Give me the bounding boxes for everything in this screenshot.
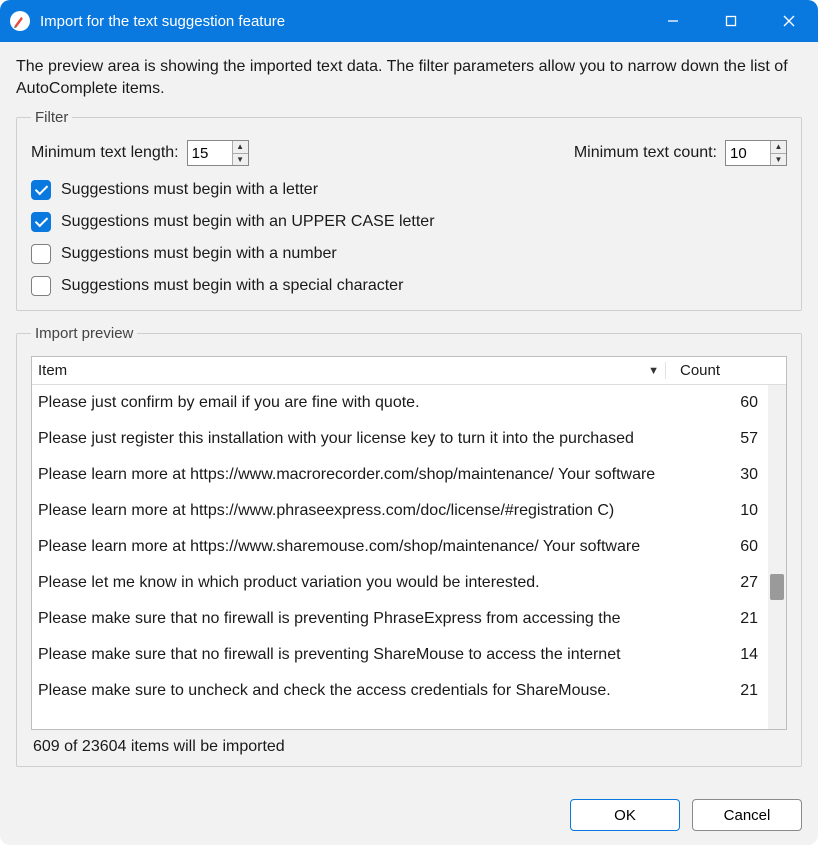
row-count: 10 [674,502,762,520]
row-item: Please learn more at https://www.macrore… [38,466,674,484]
table-row[interactable]: Please make sure that no firewall is pre… [32,601,768,637]
vertical-scrollbar[interactable] [768,385,786,729]
checkbox-label: Suggestions must begin with an UPPER CAS… [61,213,435,231]
filter-check-row[interactable]: Suggestions must begin with a number [31,244,787,264]
table-row[interactable]: Please just confirm by email if you are … [32,385,768,421]
checkbox-label: Suggestions must begin with a letter [61,181,318,199]
column-item-label: Item [38,362,67,379]
row-item: Please learn more at https://www.sharemo… [38,538,674,556]
row-count: 21 [674,610,762,628]
table-row[interactable]: Please learn more at https://www.phrasee… [32,493,768,529]
table-row[interactable]: Please make sure to uncheck and check th… [32,673,768,709]
row-count: 27 [674,574,762,592]
window-title: Import for the text suggestion feature [40,13,285,30]
table-row[interactable]: Please make sure that no firewall is pre… [32,637,768,673]
dialog-body: The preview area is showing the imported… [0,42,818,845]
sort-indicator-icon: ▼ [648,365,659,377]
row-item: Please make sure that no firewall is pre… [38,610,674,628]
checkbox[interactable] [31,180,51,200]
ok-button[interactable]: OK [570,799,680,831]
spin-up-icon[interactable]: ▲ [771,141,786,153]
spin-down-icon[interactable]: ▼ [233,153,248,166]
row-count: 14 [674,646,762,664]
checkbox-label: Suggestions must begin with a special ch… [61,277,403,295]
row-count: 30 [674,466,762,484]
filter-legend: Filter [31,109,72,126]
column-count[interactable]: Count [666,362,768,379]
filter-check-row[interactable]: Suggestions must begin with a letter [31,180,787,200]
filter-check-row[interactable]: Suggestions must begin with a special ch… [31,276,787,296]
cancel-button[interactable]: Cancel [692,799,802,831]
row-count: 57 [674,430,762,448]
app-icon [10,11,30,31]
row-item: Please learn more at https://www.phrasee… [38,502,674,520]
import-status: 609 of 23604 items will be imported [31,736,787,756]
row-item: Please just confirm by email if you are … [38,394,674,412]
min-count-label: Minimum text count: [574,144,717,162]
spin-up-icon[interactable]: ▲ [233,141,248,153]
checkbox-label: Suggestions must begin with a number [61,245,337,263]
table-row[interactable]: Please just register this installation w… [32,421,768,457]
dialog-buttons: OK Cancel [16,799,802,831]
maximize-button[interactable] [702,0,760,42]
titlebar: Import for the text suggestion feature [0,0,818,42]
row-item: Please just register this installation w… [38,430,674,448]
table-header: Item ▼ Count [32,357,786,385]
min-length-label: Minimum text length: [31,144,179,162]
row-count: 21 [674,682,762,700]
row-count: 60 [674,538,762,556]
intro-text: The preview area is showing the imported… [16,56,802,99]
table-row[interactable]: Please let me know in which product vari… [32,565,768,601]
checkbox[interactable] [31,212,51,232]
preview-group: Import preview Item ▼ Count Please just … [16,325,802,767]
min-count-input[interactable] [726,141,770,165]
filter-check-row[interactable]: Suggestions must begin with an UPPER CAS… [31,212,787,232]
row-item: Please make sure that no firewall is pre… [38,646,674,664]
table-row[interactable]: Please learn more at https://www.sharemo… [32,529,768,565]
column-count-label: Count [680,362,720,379]
min-length-input[interactable] [188,141,232,165]
table-row[interactable]: Please learn more at https://www.macrore… [32,457,768,493]
close-button[interactable] [760,0,818,42]
scrollbar-thumb[interactable] [770,574,784,600]
row-count: 60 [674,394,762,412]
preview-table: Item ▼ Count Please just confirm by emai… [31,356,787,730]
checkbox[interactable] [31,276,51,296]
row-item: Please let me know in which product vari… [38,574,674,592]
min-length-spinner[interactable]: ▲ ▼ [187,140,249,166]
preview-legend: Import preview [31,325,137,342]
spin-down-icon[interactable]: ▼ [771,153,786,166]
checkbox[interactable] [31,244,51,264]
row-item: Please make sure to uncheck and check th… [38,682,674,700]
minimize-button[interactable] [644,0,702,42]
min-count-spinner[interactable]: ▲ ▼ [725,140,787,166]
filter-group: Filter Minimum text length: ▲ ▼ Minimum … [16,109,802,311]
column-item[interactable]: Item ▼ [32,362,666,379]
